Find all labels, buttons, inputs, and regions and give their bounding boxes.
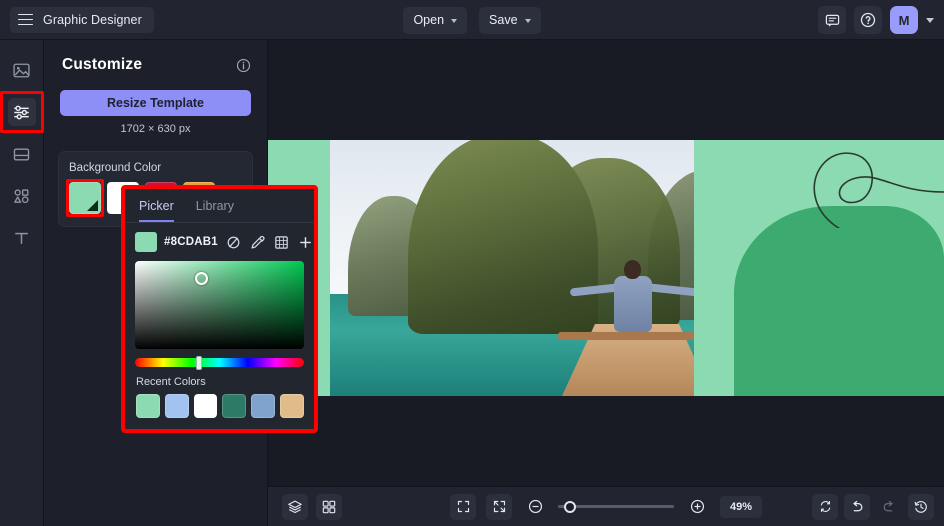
sync-icon [820, 501, 830, 512]
sidebar-item-layout[interactable] [8, 140, 36, 168]
open-label: Open [413, 13, 445, 27]
chevron-down-icon [451, 18, 458, 23]
recent-swatch-white[interactable] [193, 394, 218, 418]
sidebar-item-customize[interactable] [0, 91, 44, 133]
hex-row: #8CDAB1 [125, 223, 314, 252]
avatar[interactable]: M [890, 6, 918, 34]
grid-pages-icon [322, 500, 336, 513]
bottom-bar-left [282, 493, 342, 520]
photo-karst [408, 140, 598, 334]
app-menu-button[interactable]: Graphic Designer [10, 6, 154, 33]
sliders-icon [14, 105, 29, 119]
bottom-bar: 49% [268, 486, 944, 526]
comment-button[interactable] [818, 6, 846, 34]
photo-person-head [624, 260, 641, 279]
tab-picker[interactable]: Picker [139, 199, 174, 222]
zoom-level-value[interactable]: 49% [720, 495, 762, 518]
tool-rail [0, 40, 44, 526]
image-icon [13, 63, 30, 77]
fullscreen-button[interactable] [450, 493, 476, 520]
app-title: Graphic Designer [43, 12, 142, 27]
undo-icon [853, 500, 863, 511]
photo-person-body [614, 276, 652, 332]
top-bar-right: M [818, 0, 936, 40]
help-circle-icon [860, 12, 876, 28]
redo-button[interactable] [876, 494, 902, 520]
comment-icon [825, 14, 839, 27]
tab-library[interactable]: Library [196, 199, 234, 222]
artboard-squiggle-decoration [813, 152, 944, 228]
no-color-icon[interactable] [225, 234, 242, 251]
sidebar-item-elements[interactable] [8, 182, 36, 210]
recent-colors-row [125, 388, 314, 418]
canvas-area[interactable] [268, 40, 944, 486]
hex-input[interactable]: #8CDAB1 [164, 236, 218, 248]
fit-to-screen-icon [493, 500, 505, 513]
redo-icon [883, 500, 893, 511]
sidebar-item-images[interactable] [8, 56, 36, 84]
fit-to-screen-button[interactable] [486, 493, 512, 520]
app-root: Graphic Designer Open Save M Customize R… [0, 0, 944, 526]
recent-swatch-green[interactable] [136, 394, 160, 418]
current-color-chip [135, 232, 157, 252]
zoom-out-button[interactable] [522, 494, 548, 520]
plus-circle-icon [690, 499, 704, 514]
hue-slider[interactable] [135, 355, 304, 370]
layers-icon [288, 500, 302, 513]
zoom-slider-handle[interactable] [564, 500, 576, 513]
zoom-in-button[interactable] [684, 494, 710, 520]
history-button[interactable] [908, 493, 934, 520]
template-dimensions: 1702 × 630 px [120, 123, 191, 135]
recent-swatch-light-blue[interactable] [164, 394, 189, 418]
swatch-corner-marker [87, 200, 98, 211]
info-circle-icon[interactable] [236, 58, 251, 73]
layout-icon [13, 148, 30, 160]
help-button[interactable] [854, 6, 882, 34]
hue-slider-handle[interactable] [195, 355, 202, 370]
undo-button[interactable] [844, 493, 870, 520]
minus-circle-icon [528, 499, 542, 514]
eyedropper-icon[interactable] [249, 234, 266, 251]
top-bar: Graphic Designer Open Save M [0, 0, 944, 40]
save-label: Save [489, 13, 518, 27]
layers-button[interactable] [282, 493, 308, 520]
text-icon [15, 232, 28, 244]
panel-header: Customize [44, 40, 267, 74]
background-swatch-green[interactable] [66, 179, 104, 217]
recent-swatch-tan[interactable] [280, 394, 304, 418]
chevron-down-icon[interactable] [926, 17, 934, 23]
add-color-icon[interactable] [297, 234, 314, 251]
sync-button[interactable] [812, 493, 838, 520]
recent-swatch-steel-blue[interactable] [251, 394, 276, 418]
artboard-shape-right-dark [734, 206, 944, 396]
zoom-slider[interactable] [558, 500, 674, 514]
shapes-icon [14, 188, 29, 203]
color-picker-popup[interactable]: Picker Library #8CDAB1 Recent Colors [121, 185, 318, 433]
recent-colors-label: Recent Colors [136, 376, 206, 388]
sv-cursor-handle[interactable] [195, 272, 208, 285]
save-button[interactable]: Save [479, 6, 541, 34]
artboard[interactable] [268, 140, 944, 396]
page-title: Customize [62, 56, 143, 73]
sidebar-item-text[interactable] [8, 224, 36, 252]
bottom-bar-right [812, 493, 934, 520]
history-icon [914, 500, 927, 513]
saturation-value-area[interactable] [135, 261, 304, 349]
picker-tabs: Picker Library [125, 189, 314, 223]
background-color-label: Background Color [69, 162, 162, 174]
open-button[interactable]: Open [403, 6, 468, 34]
chevron-down-icon [524, 18, 531, 23]
hamburger-icon[interactable] [18, 13, 33, 26]
fullscreen-icon [457, 500, 469, 513]
resize-template-button[interactable]: Resize Template [60, 90, 251, 116]
palette-grid-icon[interactable] [273, 234, 290, 251]
pages-button[interactable] [316, 493, 342, 520]
recent-swatch-teal[interactable] [222, 394, 247, 418]
photo-boat-rail [558, 332, 716, 340]
